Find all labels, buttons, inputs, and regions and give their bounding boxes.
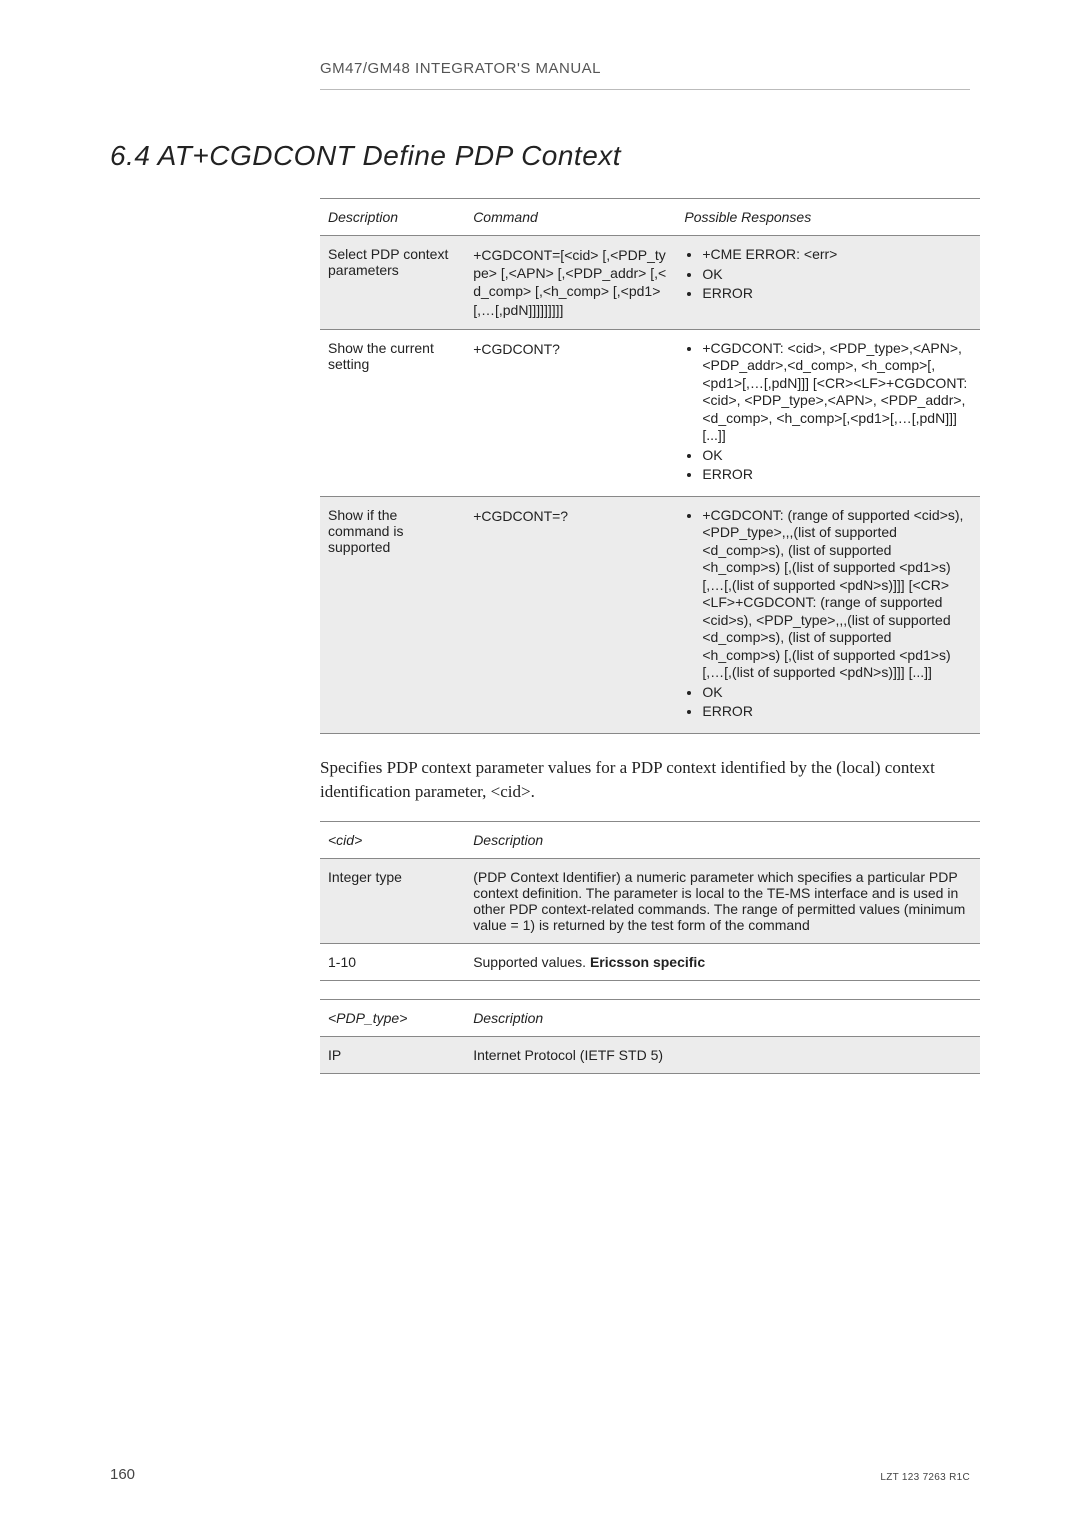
th-command: Command xyxy=(465,199,676,236)
response-item: ERROR xyxy=(702,703,972,721)
param-row: 1-10Supported values. Ericsson specific xyxy=(320,944,980,981)
top-rule xyxy=(320,89,970,90)
table-row: Show the current setting+CGDCONT?+CGDCON… xyxy=(320,329,980,496)
th-description: Description xyxy=(320,199,465,236)
param-row: Integer type(PDP Context Identifier) a n… xyxy=(320,859,980,944)
param-key: Integer type xyxy=(320,859,465,944)
cell-description: Show if the command is supported xyxy=(320,496,465,733)
param-val: Supported values. Ericsson specific xyxy=(465,944,980,981)
response-item: +CME ERROR: <err> xyxy=(702,246,972,264)
response-item: +CGDCONT: <cid>, <PDP_type>,<APN>, <PDP_… xyxy=(702,340,972,445)
param-key: 1-10 xyxy=(320,944,465,981)
cell-responses: +CME ERROR: <err> OKERROR xyxy=(676,236,980,330)
running-head: GM47/GM48 INTEGRATOR'S MANUAL xyxy=(320,60,970,77)
response-item: OK xyxy=(702,266,972,284)
param-header-val: Description xyxy=(465,1000,980,1037)
th-responses: Possible Responses xyxy=(676,199,980,236)
param-header-key: <PDP_type> xyxy=(320,1000,465,1037)
response-item: OK xyxy=(702,684,972,702)
page-number: 160 xyxy=(110,1466,135,1483)
param-table: <PDP_type>DescriptionIPInternet Protocol… xyxy=(320,999,980,1074)
response-item: ERROR xyxy=(702,285,972,303)
param-header-val: Description xyxy=(465,822,980,859)
param-key: IP xyxy=(320,1037,465,1074)
cell-description: Select PDP context parameters xyxy=(320,236,465,330)
response-item: OK xyxy=(702,447,972,465)
footer-right: LZT 123 7263 R1C xyxy=(880,1472,970,1483)
param-header-key: <cid> xyxy=(320,822,465,859)
param-row: IPInternet Protocol (IETF STD 5) xyxy=(320,1037,980,1074)
table-row: Select PDP context parameters+CGDCONT=[<… xyxy=(320,236,980,330)
command-table: Description Command Possible Responses S… xyxy=(320,198,980,734)
cell-responses: +CGDCONT: (range of supported <cid>s), <… xyxy=(676,496,980,733)
response-item: ERROR xyxy=(702,466,972,484)
cell-description: Show the current setting xyxy=(320,329,465,496)
response-item: +CGDCONT: (range of supported <cid>s), <… xyxy=(702,507,972,682)
cell-command: +CGDCONT=? xyxy=(465,496,676,733)
cell-responses: +CGDCONT: <cid>, <PDP_type>,<APN>, <PDP_… xyxy=(676,329,980,496)
param-val: Internet Protocol (IETF STD 5) xyxy=(465,1037,980,1074)
section-title: 6.4 AT+CGDCONT Define PDP Context xyxy=(110,140,970,172)
table-row: Show if the command is supported+CGDCONT… xyxy=(320,496,980,733)
param-table: <cid>DescriptionInteger type(PDP Context… xyxy=(320,821,980,981)
cell-command: +CGDCONT=[<cid> [,<PDP_type> [,<APN> [,<… xyxy=(465,236,676,330)
body-text: Specifies PDP context parameter values f… xyxy=(320,756,980,804)
param-val: (PDP Context Identifier) a numeric param… xyxy=(465,859,980,944)
cell-command: +CGDCONT? xyxy=(465,329,676,496)
